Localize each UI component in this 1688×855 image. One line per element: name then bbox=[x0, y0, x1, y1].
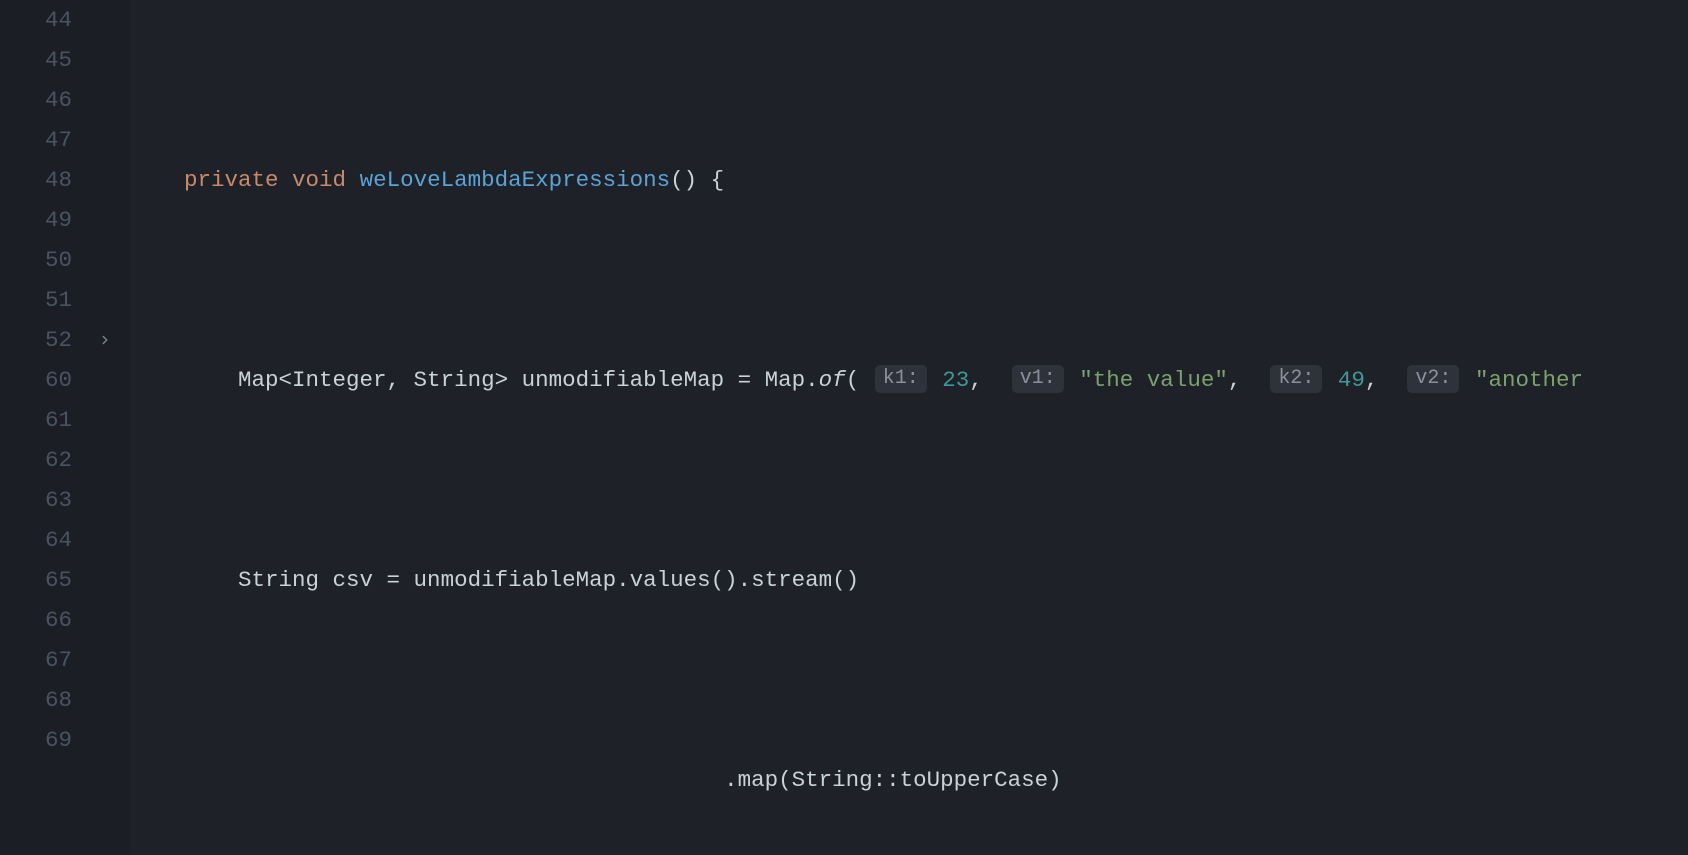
parameter-hint: k1: bbox=[875, 365, 927, 393]
static-method: of bbox=[819, 360, 846, 400]
code-line[interactable]: private void weLoveLambdaExpressions() { bbox=[130, 160, 1688, 200]
line-number: 44 bbox=[0, 0, 90, 40]
parameter-hint: k2: bbox=[1270, 365, 1322, 393]
code-line[interactable]: Map<Integer, String> unmodifiableMap = M… bbox=[130, 360, 1688, 400]
align bbox=[238, 760, 724, 800]
code-editor[interactable]: 44 45 46 47 48 49 50 51 52 60 61 62 63 6… bbox=[0, 0, 1688, 855]
line-number: 51 bbox=[0, 280, 90, 320]
indent bbox=[130, 560, 238, 600]
line-number: 47 bbox=[0, 120, 90, 160]
line-number: 68 bbox=[0, 680, 90, 720]
space bbox=[1066, 360, 1080, 400]
indent bbox=[130, 160, 184, 200]
indent bbox=[130, 760, 238, 800]
code-content[interactable]: private void weLoveLambdaExpressions() {… bbox=[130, 0, 1688, 855]
line-number: 61 bbox=[0, 400, 90, 440]
text: , bbox=[1365, 360, 1406, 400]
code-line[interactable]: .map(String::toUpperCase) bbox=[130, 760, 1688, 800]
space bbox=[1461, 360, 1475, 400]
text: () { bbox=[670, 160, 724, 200]
line-number: 48 bbox=[0, 160, 90, 200]
line-number: 65 bbox=[0, 560, 90, 600]
fold-column bbox=[90, 0, 130, 855]
string-literal: "the value" bbox=[1079, 360, 1228, 400]
text: Map<Integer, String> bbox=[238, 360, 508, 400]
text: unmodifiableMap bbox=[522, 360, 725, 400]
text: Map. bbox=[765, 360, 819, 400]
number-literal: 23 bbox=[942, 360, 969, 400]
number-literal: 49 bbox=[1338, 360, 1365, 400]
line-number: 60 bbox=[0, 360, 90, 400]
line-number: 69 bbox=[0, 720, 90, 760]
line-number: 64 bbox=[0, 520, 90, 560]
text: , bbox=[1228, 360, 1269, 400]
line-number: 63 bbox=[0, 480, 90, 520]
parameter-hint: v1: bbox=[1012, 365, 1064, 393]
space bbox=[279, 160, 293, 200]
space bbox=[508, 360, 522, 400]
line-number: 45 bbox=[0, 40, 90, 80]
method-name: weLoveLambdaExpressions bbox=[360, 160, 671, 200]
space bbox=[929, 360, 943, 400]
keyword-void: void bbox=[292, 160, 346, 200]
parameter-hint: v2: bbox=[1407, 365, 1459, 393]
keyword-private: private bbox=[184, 160, 279, 200]
line-number: 66 bbox=[0, 600, 90, 640]
string-literal: "another bbox=[1475, 360, 1583, 400]
gutter: 44 45 46 47 48 49 50 51 52 60 61 62 63 6… bbox=[0, 0, 90, 855]
line-number: 62 bbox=[0, 440, 90, 480]
code-line[interactable]: String csv = unmodifiableMap.values().st… bbox=[130, 560, 1688, 600]
text: String csv = unmodifiableMap.values().st… bbox=[238, 560, 859, 600]
line-number: 67 bbox=[0, 640, 90, 680]
indent bbox=[130, 360, 238, 400]
text: ( bbox=[846, 360, 873, 400]
text: , bbox=[969, 360, 1010, 400]
line-number: 50 bbox=[0, 240, 90, 280]
line-number: 46 bbox=[0, 80, 90, 120]
text: = bbox=[724, 360, 765, 400]
line-number: 52 bbox=[0, 320, 90, 360]
line-number: 49 bbox=[0, 200, 90, 240]
text: .map(String::toUpperCase) bbox=[724, 760, 1062, 800]
chevron-right-icon[interactable] bbox=[96, 331, 114, 349]
space bbox=[346, 160, 360, 200]
space bbox=[1324, 360, 1338, 400]
